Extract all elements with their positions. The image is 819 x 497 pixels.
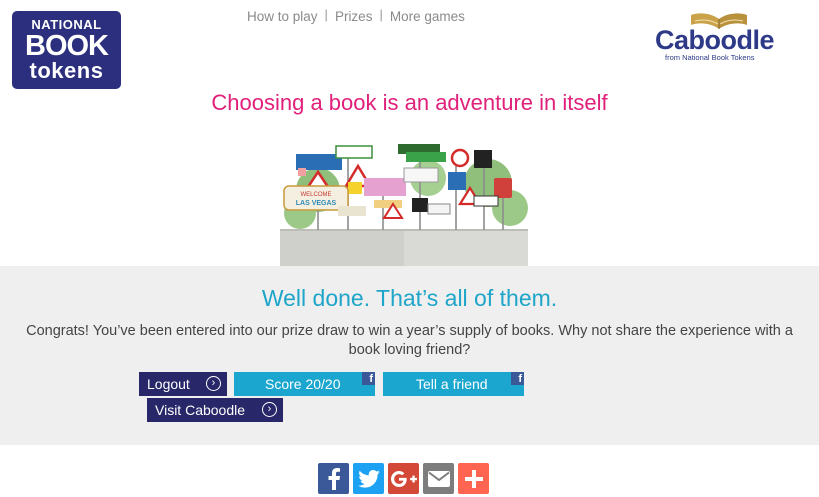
facebook-icon: f	[362, 372, 375, 385]
logout-label: Logout	[147, 376, 190, 392]
nav-how-to-play[interactable]: How to play	[240, 9, 325, 24]
share-email-button[interactable]	[423, 463, 454, 494]
tell-a-friend-label: Tell a friend	[416, 376, 488, 392]
add-more-icon	[464, 469, 483, 488]
chevron-right-icon: ›	[206, 376, 221, 391]
facebook-icon	[328, 467, 340, 490]
twitter-icon	[357, 469, 380, 488]
top-navigation: How to play | Prizes | More games	[240, 7, 472, 24]
share-score-button[interactable]: Score 20/20 f	[234, 372, 375, 396]
visit-caboodle-button[interactable]: Visit Caboodle ›	[147, 398, 283, 422]
result-message: Congrats! You’ve been entered into our p…	[26, 323, 793, 358]
result-title: Well done. That’s all of them.	[261, 285, 558, 311]
page-headline: Choosing a book is an adventure in itsel…	[211, 90, 608, 115]
share-more-button[interactable]	[458, 463, 489, 494]
chevron-right-icon: ›	[262, 402, 277, 417]
road-signs-illustration: WELCOME LAS VEGAS	[280, 144, 528, 267]
logout-button[interactable]: Logout ›	[139, 372, 227, 396]
sign-welcome-text: WELCOME	[300, 192, 331, 198]
share-twitter-button[interactable]	[353, 463, 384, 494]
national-book-tokens-logo[interactable]: NATIONAL BOOK tokens	[12, 11, 121, 89]
score-label: Score 20/20	[265, 376, 341, 392]
game-page: NATIONAL BOOK tokens How to play | Prize…	[0, 0, 819, 497]
sign-las-vegas-text: LAS VEGAS	[296, 200, 337, 207]
tell-a-friend-button[interactable]: Tell a friend f	[383, 372, 524, 396]
share-facebook-button[interactable]	[318, 463, 349, 494]
nav-prizes[interactable]: Prizes	[328, 9, 380, 24]
caboodle-tagline: from National Book Tokens	[665, 53, 755, 62]
logo-line-tokens: tokens	[29, 58, 104, 83]
email-icon	[427, 470, 450, 487]
caboodle-wordmark: Caboodle	[655, 25, 775, 55]
nav-more-games[interactable]: More games	[383, 9, 472, 24]
caboodle-logo[interactable]: Caboodle from National Book Tokens	[653, 9, 783, 65]
logo-line-book: BOOK	[25, 30, 109, 62]
share-google-plus-button[interactable]	[388, 463, 419, 494]
google-plus-icon	[390, 470, 417, 487]
facebook-icon: f	[511, 372, 524, 385]
visit-caboodle-label: Visit Caboodle	[155, 402, 246, 418]
